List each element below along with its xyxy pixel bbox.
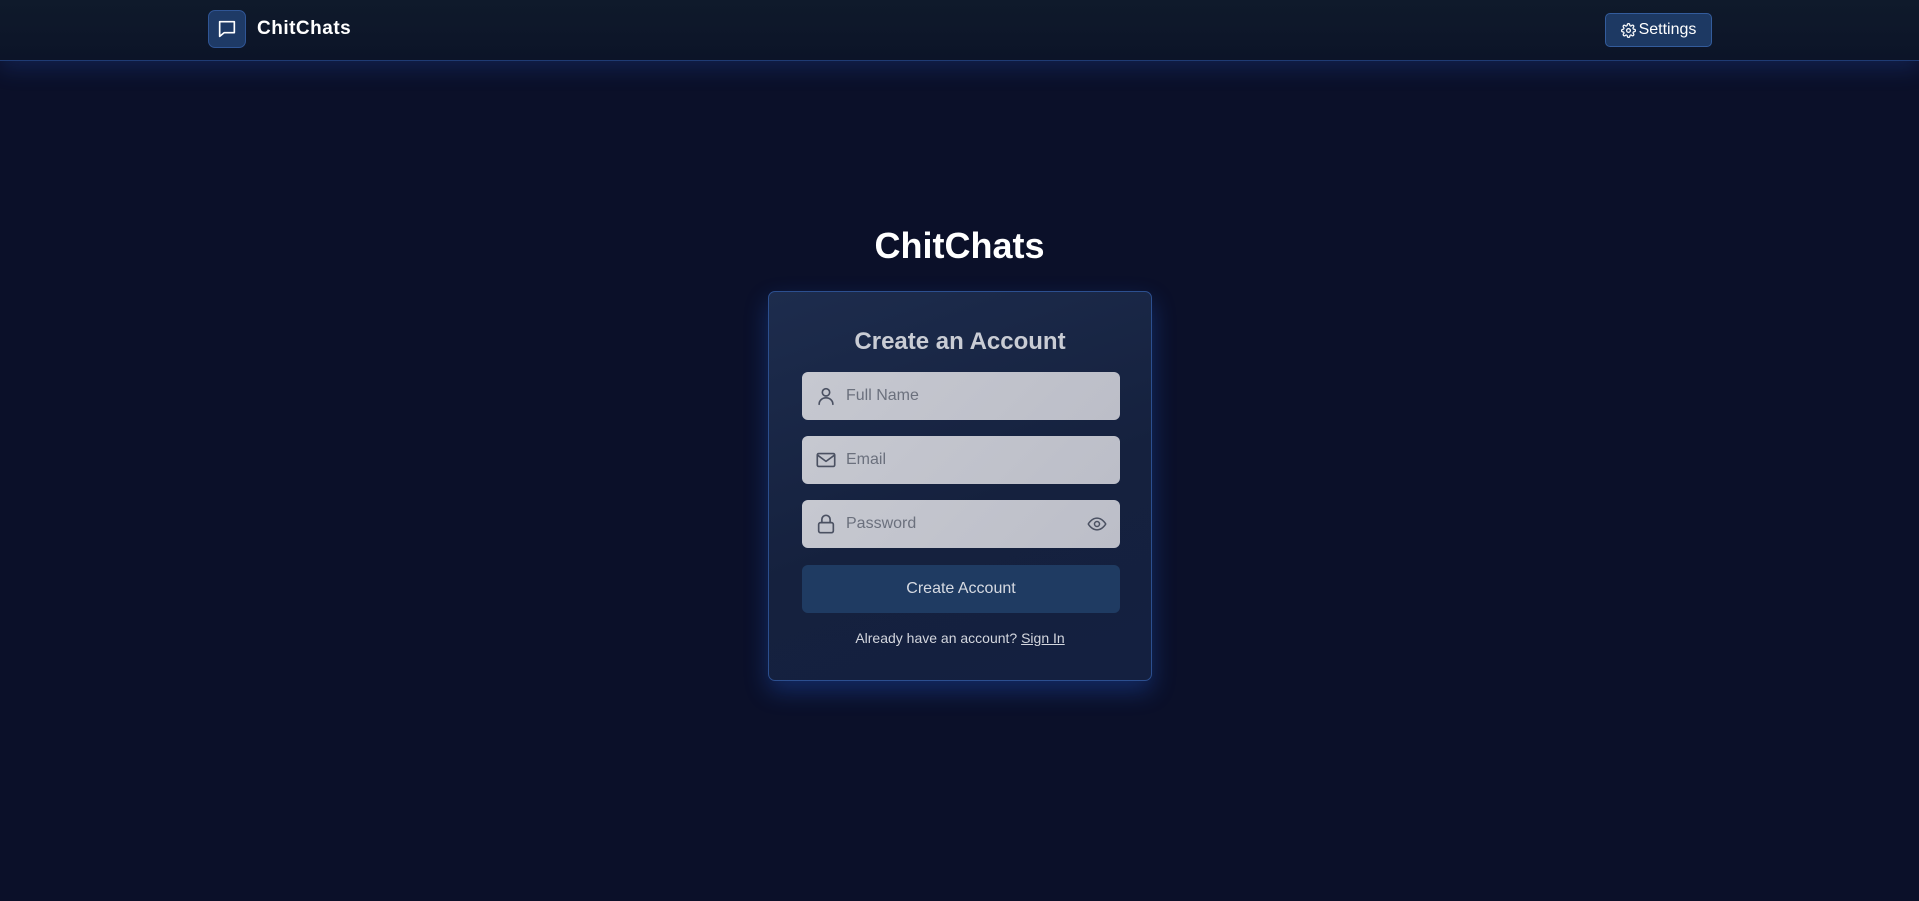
full-name-input[interactable] bbox=[844, 386, 1078, 406]
email-input[interactable] bbox=[844, 450, 1078, 470]
form-heading: Create an Account bbox=[854, 328, 1066, 355]
brand[interactable]: ChitChats bbox=[208, 10, 351, 48]
brand-name: ChitChats bbox=[257, 18, 352, 39]
lock-icon bbox=[814, 512, 838, 536]
email-field[interactable] bbox=[802, 436, 1120, 484]
eye-icon[interactable] bbox=[1085, 512, 1109, 536]
page-title: ChitChats bbox=[874, 225, 1045, 266]
signin-row: Already have an account? Sign In bbox=[769, 630, 1151, 646]
user-icon bbox=[814, 384, 838, 408]
create-account-button[interactable]: Create Account bbox=[802, 565, 1120, 613]
gear-icon bbox=[1620, 22, 1636, 38]
settings-button[interactable]: Settings bbox=[1605, 13, 1712, 47]
full-name-field[interactable] bbox=[802, 372, 1120, 420]
settings-label: Settings bbox=[1638, 21, 1697, 38]
chat-bubble-icon bbox=[208, 10, 246, 48]
password-field[interactable] bbox=[802, 500, 1120, 548]
signin-prompt: Already have an account? bbox=[855, 630, 1018, 646]
signin-link[interactable]: Sign In bbox=[1021, 630, 1065, 646]
top-navbar: ChitChats Settings bbox=[0, 0, 1919, 61]
signup-card: Create an Account Full Name Email Create… bbox=[768, 291, 1152, 681]
password-input[interactable] bbox=[844, 514, 1078, 534]
mail-icon bbox=[814, 448, 838, 472]
